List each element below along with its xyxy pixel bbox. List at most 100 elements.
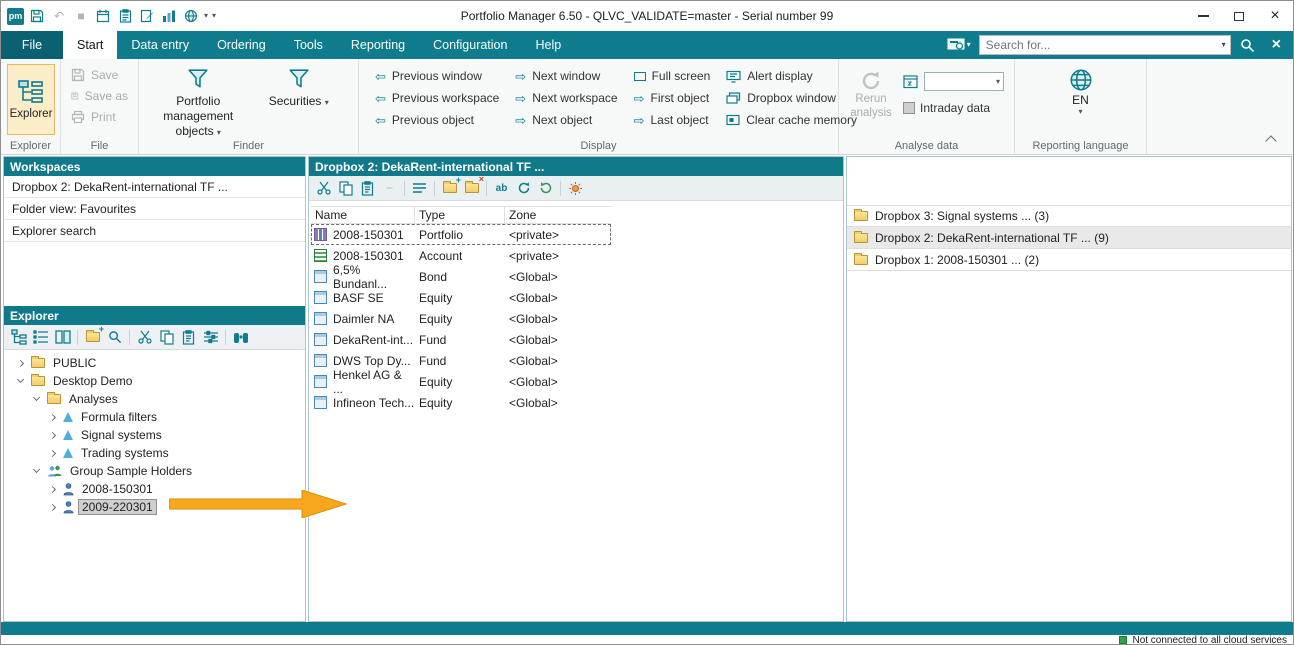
save-icon[interactable] (28, 7, 46, 25)
explorer-button[interactable]: Explorer (7, 64, 55, 135)
paste-icon[interactable] (358, 179, 377, 198)
tree-item-trading-systems[interactable]: Trading systems (4, 444, 305, 462)
list-view-icon[interactable] (31, 328, 50, 347)
tree-item-analyses[interactable]: Analyses (4, 390, 305, 408)
cut-icon[interactable] (314, 179, 333, 198)
search-icon[interactable] (105, 328, 124, 347)
tab-data-entry[interactable]: Data entry (117, 31, 203, 59)
dropdown-caret-icon[interactable]: ▾ (204, 12, 208, 20)
copy-icon[interactable] (336, 179, 355, 198)
chevron-down-icon[interactable] (17, 376, 24, 383)
rename-icon[interactable]: ab (492, 179, 511, 198)
tab-reporting[interactable]: Reporting (337, 31, 419, 59)
previous-workspace-button[interactable]: ⇦Previous workspace (375, 91, 499, 105)
chart-icon[interactable] (160, 7, 178, 25)
new-folder-icon[interactable]: + (440, 179, 459, 198)
table-row[interactable]: Henkel AG & ... Equity <Global> (311, 371, 611, 392)
workspace-item[interactable]: Folder view: Favourites (4, 198, 305, 220)
tab-tools[interactable]: Tools (280, 31, 337, 59)
clear-cache-memory-button[interactable]: Clear cache memory (726, 113, 857, 127)
dropbox-list-item[interactable]: Dropbox 3: Signal systems ... (3) (847, 205, 1291, 227)
workspace-item[interactable]: Explorer search (4, 220, 305, 242)
new-folder-icon[interactable]: + (83, 328, 102, 347)
dropbox-list-item-selected[interactable]: Dropbox 2: DekaRent-international TF ...… (847, 227, 1291, 249)
chevron-down-icon[interactable] (33, 394, 40, 401)
notes-icon[interactable] (138, 7, 156, 25)
dropbox-list-item[interactable]: Dropbox 1: 2008-150301 ... (2) (847, 249, 1291, 271)
cut-icon[interactable] (135, 328, 154, 347)
table-row[interactable]: Infineon Tech... Equity <Global> (311, 392, 611, 413)
settings-gear-icon[interactable] (566, 179, 585, 198)
search-scope-button[interactable]: ▾ (944, 37, 974, 54)
print-button[interactable]: Print (71, 110, 128, 124)
table-row[interactable]: BASF SE Equity <Global> (311, 287, 611, 308)
portfolio-management-objects-button[interactable]: Portfolio management objects ▾ (151, 64, 246, 139)
save-as-button[interactable]: Save as (71, 89, 128, 103)
undo-icon[interactable]: ↶ (50, 7, 68, 25)
clipboard-icon[interactable] (116, 7, 134, 25)
save-button[interactable]: Save (71, 68, 128, 82)
chevron-right-icon[interactable] (49, 449, 56, 456)
tree-item-group-sample-holders[interactable]: Group Sample Holders (4, 462, 305, 480)
column-header-zone[interactable]: Zone (505, 207, 611, 224)
column-header-name[interactable]: Name (311, 207, 415, 224)
table-row[interactable]: Daimler NA Equity <Global> (311, 308, 611, 329)
previous-object-button[interactable]: ⇦Previous object (375, 113, 499, 127)
remove-icon[interactable]: − (380, 179, 399, 198)
chevron-right-icon[interactable] (17, 359, 24, 366)
tab-file[interactable]: File (1, 31, 63, 59)
chevron-right-icon[interactable] (49, 413, 56, 420)
cards-view-icon[interactable] (53, 328, 72, 347)
customize-quick-access-icon[interactable]: ▾ (212, 12, 216, 20)
tree-view-icon[interactable] (9, 328, 28, 347)
alert-display-button[interactable]: Alert display (726, 69, 857, 83)
copy-icon[interactable] (157, 328, 176, 347)
table-row[interactable]: DekaRent-int... Fund <Global> (311, 329, 611, 350)
sync-icon[interactable] (536, 179, 555, 198)
globe-icon[interactable] (182, 7, 200, 25)
tree-item-public[interactable]: PUBLIC (4, 354, 305, 372)
chevron-right-icon[interactable] (49, 503, 56, 510)
search-history-caret-icon[interactable]: ▾ (1222, 41, 1230, 49)
tab-start[interactable]: Start (63, 31, 117, 59)
chevron-right-icon[interactable] (49, 431, 56, 438)
filter-settings-icon[interactable] (201, 328, 220, 347)
next-object-button[interactable]: ⇨Next object (515, 113, 617, 127)
refresh-icon[interactable] (514, 179, 533, 198)
securities-button[interactable]: Securities ▾ (252, 64, 347, 139)
tree-item-formula-filters[interactable]: Formula filters (4, 408, 305, 426)
first-object-button[interactable]: ⇨First object (634, 91, 711, 105)
rerun-analysis-button[interactable]: Rerun analysis (849, 64, 893, 121)
table-row[interactable]: 2008-150301 Portfolio <private> (311, 224, 611, 245)
chevron-right-icon[interactable] (49, 485, 56, 492)
column-header-type[interactable]: Type (415, 207, 505, 224)
table-row[interactable]: 6,5% Bundanl... Bond <Global> (311, 266, 611, 287)
search-button[interactable] (1236, 38, 1259, 53)
stop-icon[interactable]: ■ (72, 7, 90, 25)
search-input[interactable] (980, 38, 1222, 52)
next-window-button[interactable]: ⇨Next window (515, 69, 617, 83)
binoculars-icon[interactable] (231, 328, 250, 347)
close-button[interactable]: × (1257, 2, 1293, 31)
full-screen-button[interactable]: Full screen (634, 69, 711, 83)
tab-configuration[interactable]: Configuration (419, 31, 521, 59)
calendar-icon[interactable] (94, 7, 112, 25)
last-object-button[interactable]: ⇨Last object (634, 113, 711, 127)
paste-icon[interactable] (179, 328, 198, 347)
chevron-down-icon[interactable] (33, 466, 40, 473)
intraday-interval-select[interactable]: ▾ (924, 72, 1004, 91)
delete-folder-icon[interactable]: × (462, 179, 481, 198)
intraday-data-checkbox[interactable] (903, 102, 915, 114)
tab-ordering[interactable]: Ordering (203, 31, 280, 59)
next-workspace-button[interactable]: ⇨Next workspace (515, 91, 617, 105)
tab-help[interactable]: Help (521, 31, 575, 59)
workspace-item[interactable]: Dropbox 2: DekaRent-international TF ... (4, 176, 305, 198)
dropbox-window-button[interactable]: Dropbox window (726, 91, 857, 105)
minimize-button[interactable] (1185, 2, 1221, 31)
reporting-language-button[interactable]: EN ▾ (1021, 62, 1140, 132)
close-document-button[interactable]: × (1264, 37, 1289, 53)
tree-item-desktop-demo[interactable]: Desktop Demo (4, 372, 305, 390)
tree-item-signal-systems[interactable]: Signal systems (4, 426, 305, 444)
maximize-button[interactable] (1221, 2, 1257, 31)
previous-window-button[interactable]: ⇦Previous window (375, 69, 499, 83)
